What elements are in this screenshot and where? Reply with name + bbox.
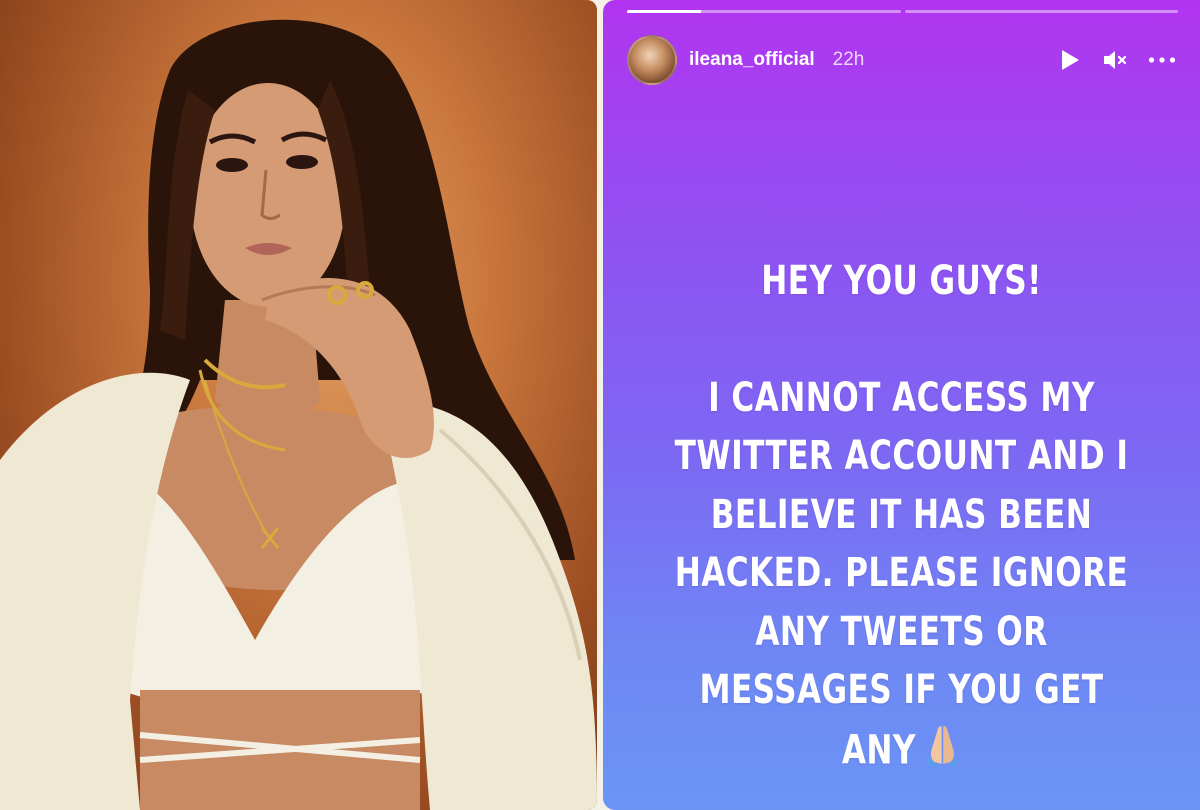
message-line: ANY TWEETS OR [755,608,1048,655]
story-panel: ileana_official 22h HEY YOU GUYS! I CANN… [603,0,1200,810]
image-frame: ileana_official 22h HEY YOU GUYS! I CANN… [0,0,1200,810]
message-line: TWITTER ACCOUNT AND I [674,433,1129,479]
message-line: MESSAGES IF YOU GET [699,667,1104,713]
post-time: 22h [832,49,865,70]
play-icon[interactable] [1056,46,1084,74]
story-controls [1056,46,1176,74]
speaker-muted-icon[interactable] [1102,46,1130,74]
message-word: ANY [841,726,916,773]
story-header: ileana_official 22h [627,34,1176,86]
progress-fill [627,10,701,13]
folded-hands-emoji [924,720,961,785]
story-progress [627,10,1178,13]
more-dots-icon[interactable] [1148,46,1176,74]
message-line: BELIEVE IT HAS BEEN [710,491,1093,538]
portrait-illustration [0,19,597,810]
message-line: I CANNOT ACCESS MY [708,374,1095,421]
message-line: HEY YOU GUYS! [761,258,1042,304]
progress-segment [627,10,901,13]
profile-avatar[interactable] [627,35,677,85]
username-link[interactable]: ileana_official [689,49,815,71]
message-line-last: ANY [669,720,1135,785]
progress-segment [904,10,1178,13]
message-line: HACKED. PLEASE IGNORE [674,550,1129,596]
story-message: HEY YOU GUYS! I CANNOT ACCESS MY TWITTER… [669,252,1135,784]
portrait-photo [0,0,597,810]
